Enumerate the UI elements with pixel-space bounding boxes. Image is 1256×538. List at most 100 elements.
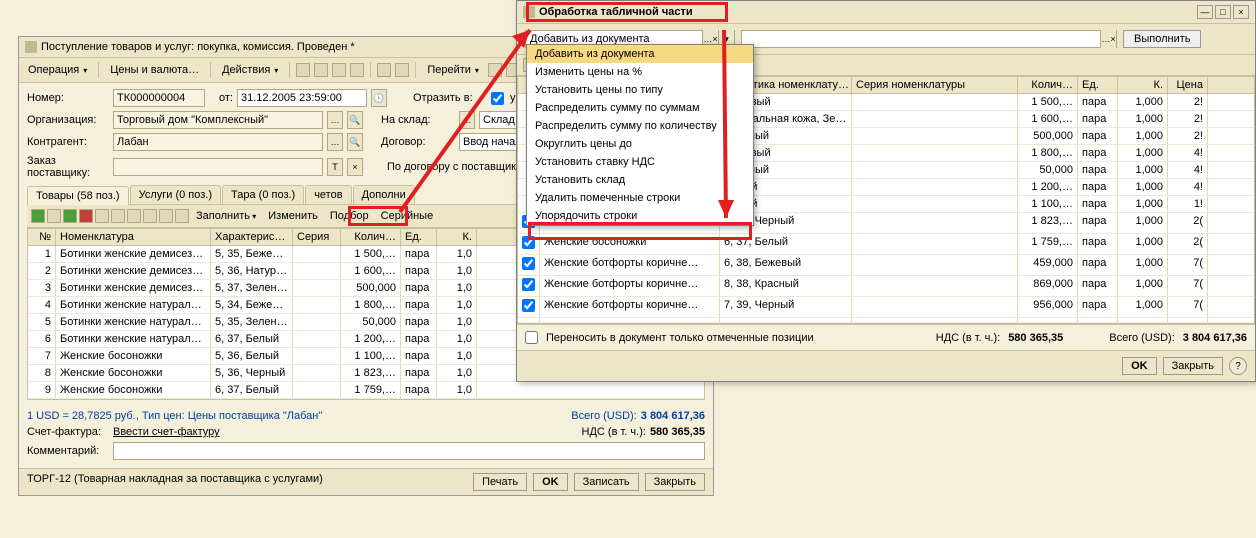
col-ser[interactable]: Серия номенклатуры <box>852 77 1018 93</box>
tab-accounts[interactable]: четов <box>305 185 351 204</box>
org-field[interactable] <box>113 111 323 129</box>
sklad-select-button[interactable]: … <box>459 111 475 129</box>
table-row[interactable]: Женские ботфорты коричне…7, 39, Черный95… <box>518 297 1254 318</box>
col-k[interactable]: К. <box>1118 77 1168 93</box>
execute-button[interactable]: Выполнить <box>1123 30 1201 48</box>
dropdown-item[interactable]: Округлить цены до <box>527 135 753 153</box>
col-k[interactable]: К. <box>437 229 477 245</box>
tab-services[interactable]: Услуги (0 поз.) <box>130 185 221 204</box>
goto-menu[interactable]: Перейти <box>422 61 484 79</box>
up-icon[interactable] <box>111 209 125 223</box>
date-picker-icon[interactable]: 🕓 <box>371 89 387 107</box>
popup-close-button[interactable]: Закрыть <box>1163 357 1223 375</box>
prices-button[interactable]: Цены и валюта… <box>105 61 204 79</box>
print-button[interactable]: Печать <box>473 473 527 491</box>
cell-check[interactable] <box>518 234 540 254</box>
cell-k: 1,000 <box>1118 213 1168 233</box>
dropdown-item[interactable]: Установить ставку НДС <box>527 153 753 171</box>
comment-field[interactable] <box>113 442 705 460</box>
minimize-button[interactable]: — <box>1197 5 1213 19</box>
sort-asc-icon[interactable] <box>143 209 157 223</box>
tb-icon[interactable] <box>314 63 328 77</box>
tb-icon[interactable] <box>395 63 409 77</box>
kontr-select-button[interactable]: … <box>327 133 343 151</box>
col-kol[interactable]: Колич… <box>341 229 401 245</box>
tab-goods[interactable]: Товары (58 поз.) <box>27 186 129 205</box>
date-field[interactable] <box>237 89 367 107</box>
edit-icon[interactable] <box>63 209 77 223</box>
dropdown-item[interactable]: Добавить из документа <box>527 45 753 63</box>
dropdown-item[interactable]: Установить склад <box>527 171 753 189</box>
popup-ok-button[interactable]: OK <box>1122 357 1157 375</box>
kontr-field[interactable] <box>113 133 323 151</box>
cell-check[interactable] <box>518 255 540 275</box>
row-checkbox[interactable] <box>522 236 535 249</box>
row-checkbox[interactable] <box>522 257 535 270</box>
cell-check[interactable] <box>518 276 540 296</box>
col-ed[interactable]: Ед. <box>1078 77 1118 93</box>
row-checkbox[interactable] <box>522 299 535 312</box>
param-clear-icon[interactable]: …× <box>1100 30 1116 48</box>
kontr-search-icon[interactable]: 🔍 <box>347 133 363 151</box>
dropdown-item[interactable]: Упорядочить строки <box>527 207 753 225</box>
col-n[interactable]: № <box>28 229 56 245</box>
cell-k: 1,000 <box>1118 145 1168 161</box>
dropdown-item[interactable]: Установить цены по типу <box>527 81 753 99</box>
dropdown-item[interactable]: Удалить помеченные строки <box>527 189 753 207</box>
serial-button[interactable]: Серийные <box>376 208 439 224</box>
close-window-button[interactable]: × <box>1233 5 1249 19</box>
tb-icon[interactable] <box>95 209 109 223</box>
col-nom[interactable]: Номенклатура <box>56 229 211 245</box>
tb-icon[interactable] <box>175 209 189 223</box>
zakaz-select-button[interactable]: × <box>347 158 363 176</box>
org-search-icon[interactable]: 🔍 <box>347 111 363 129</box>
table-row[interactable] <box>518 318 1254 323</box>
dropdown-item[interactable]: Распределить сумму по суммам <box>527 99 753 117</box>
dropdown-item[interactable]: Изменить цены на % <box>527 63 753 81</box>
col-ed[interactable]: Ед. <box>401 229 437 245</box>
invoice-link[interactable]: Ввести счет-фактуру <box>113 426 220 438</box>
save-button[interactable]: Записать <box>574 473 639 491</box>
change-button[interactable]: Изменить <box>263 208 323 224</box>
close-button[interactable]: Закрыть <box>645 473 705 491</box>
tb-icon[interactable] <box>488 63 502 77</box>
tb-icon[interactable] <box>350 63 364 77</box>
operation-menu[interactable]: Операция <box>23 61 92 79</box>
param-combo[interactable]: …× <box>741 30 1117 48</box>
down-icon[interactable] <box>127 209 141 223</box>
copy-icon[interactable] <box>47 209 61 223</box>
zakaz-field[interactable] <box>113 158 323 176</box>
dropdown-item[interactable]: Распределить сумму по количеству <box>527 117 753 135</box>
number-field[interactable] <box>113 89 205 107</box>
add-icon[interactable] <box>31 209 45 223</box>
tb-icon[interactable] <box>332 63 346 77</box>
col-char[interactable]: Характеристи… <box>211 229 293 245</box>
maximize-button[interactable]: □ <box>1215 5 1231 19</box>
table-row[interactable]: Женские ботфорты коричне…6, 38, Бежевый4… <box>518 255 1254 276</box>
row-checkbox[interactable] <box>522 278 535 291</box>
tb-icon[interactable] <box>296 63 310 77</box>
table-row[interactable]: Женские босоножки6, 37, Белый1 759,…пара… <box>518 234 1254 255</box>
ok-button[interactable]: OK <box>533 473 568 491</box>
actions-menu[interactable]: Действия <box>217 61 283 79</box>
transfer-checkbox[interactable] <box>525 331 538 344</box>
cell-check[interactable] <box>518 318 540 322</box>
help-icon[interactable]: ? <box>1229 357 1247 375</box>
org-select-button[interactable]: … <box>327 111 343 129</box>
bottom-bar: ТОРГ-12 (Товарная накладная за поставщик… <box>19 468 713 495</box>
tab-tara[interactable]: Тара (0 поз.) <box>222 185 304 204</box>
reflect-checkbox[interactable] <box>491 92 504 105</box>
cell-check[interactable] <box>518 297 540 317</box>
table-row[interactable]: 9Женские босоножки6, 37, Белый1 759,…пар… <box>28 382 704 399</box>
table-row[interactable]: Женские ботфорты коричне…8, 38, Красный8… <box>518 276 1254 297</box>
delete-icon[interactable] <box>79 209 93 223</box>
sort-desc-icon[interactable] <box>159 209 173 223</box>
col-price[interactable]: Цена <box>1168 77 1208 93</box>
tb-icon[interactable] <box>377 63 391 77</box>
col-kol[interactable]: Колич… <box>1018 77 1078 93</box>
tab-additional[interactable]: Дополни <box>353 185 415 204</box>
col-ser[interactable]: Серия <box>293 229 341 245</box>
zakaz-clear-button[interactable]: T <box>327 158 343 176</box>
select-button[interactable]: Подбор <box>325 208 374 224</box>
fill-button[interactable]: Заполнить <box>191 208 261 224</box>
